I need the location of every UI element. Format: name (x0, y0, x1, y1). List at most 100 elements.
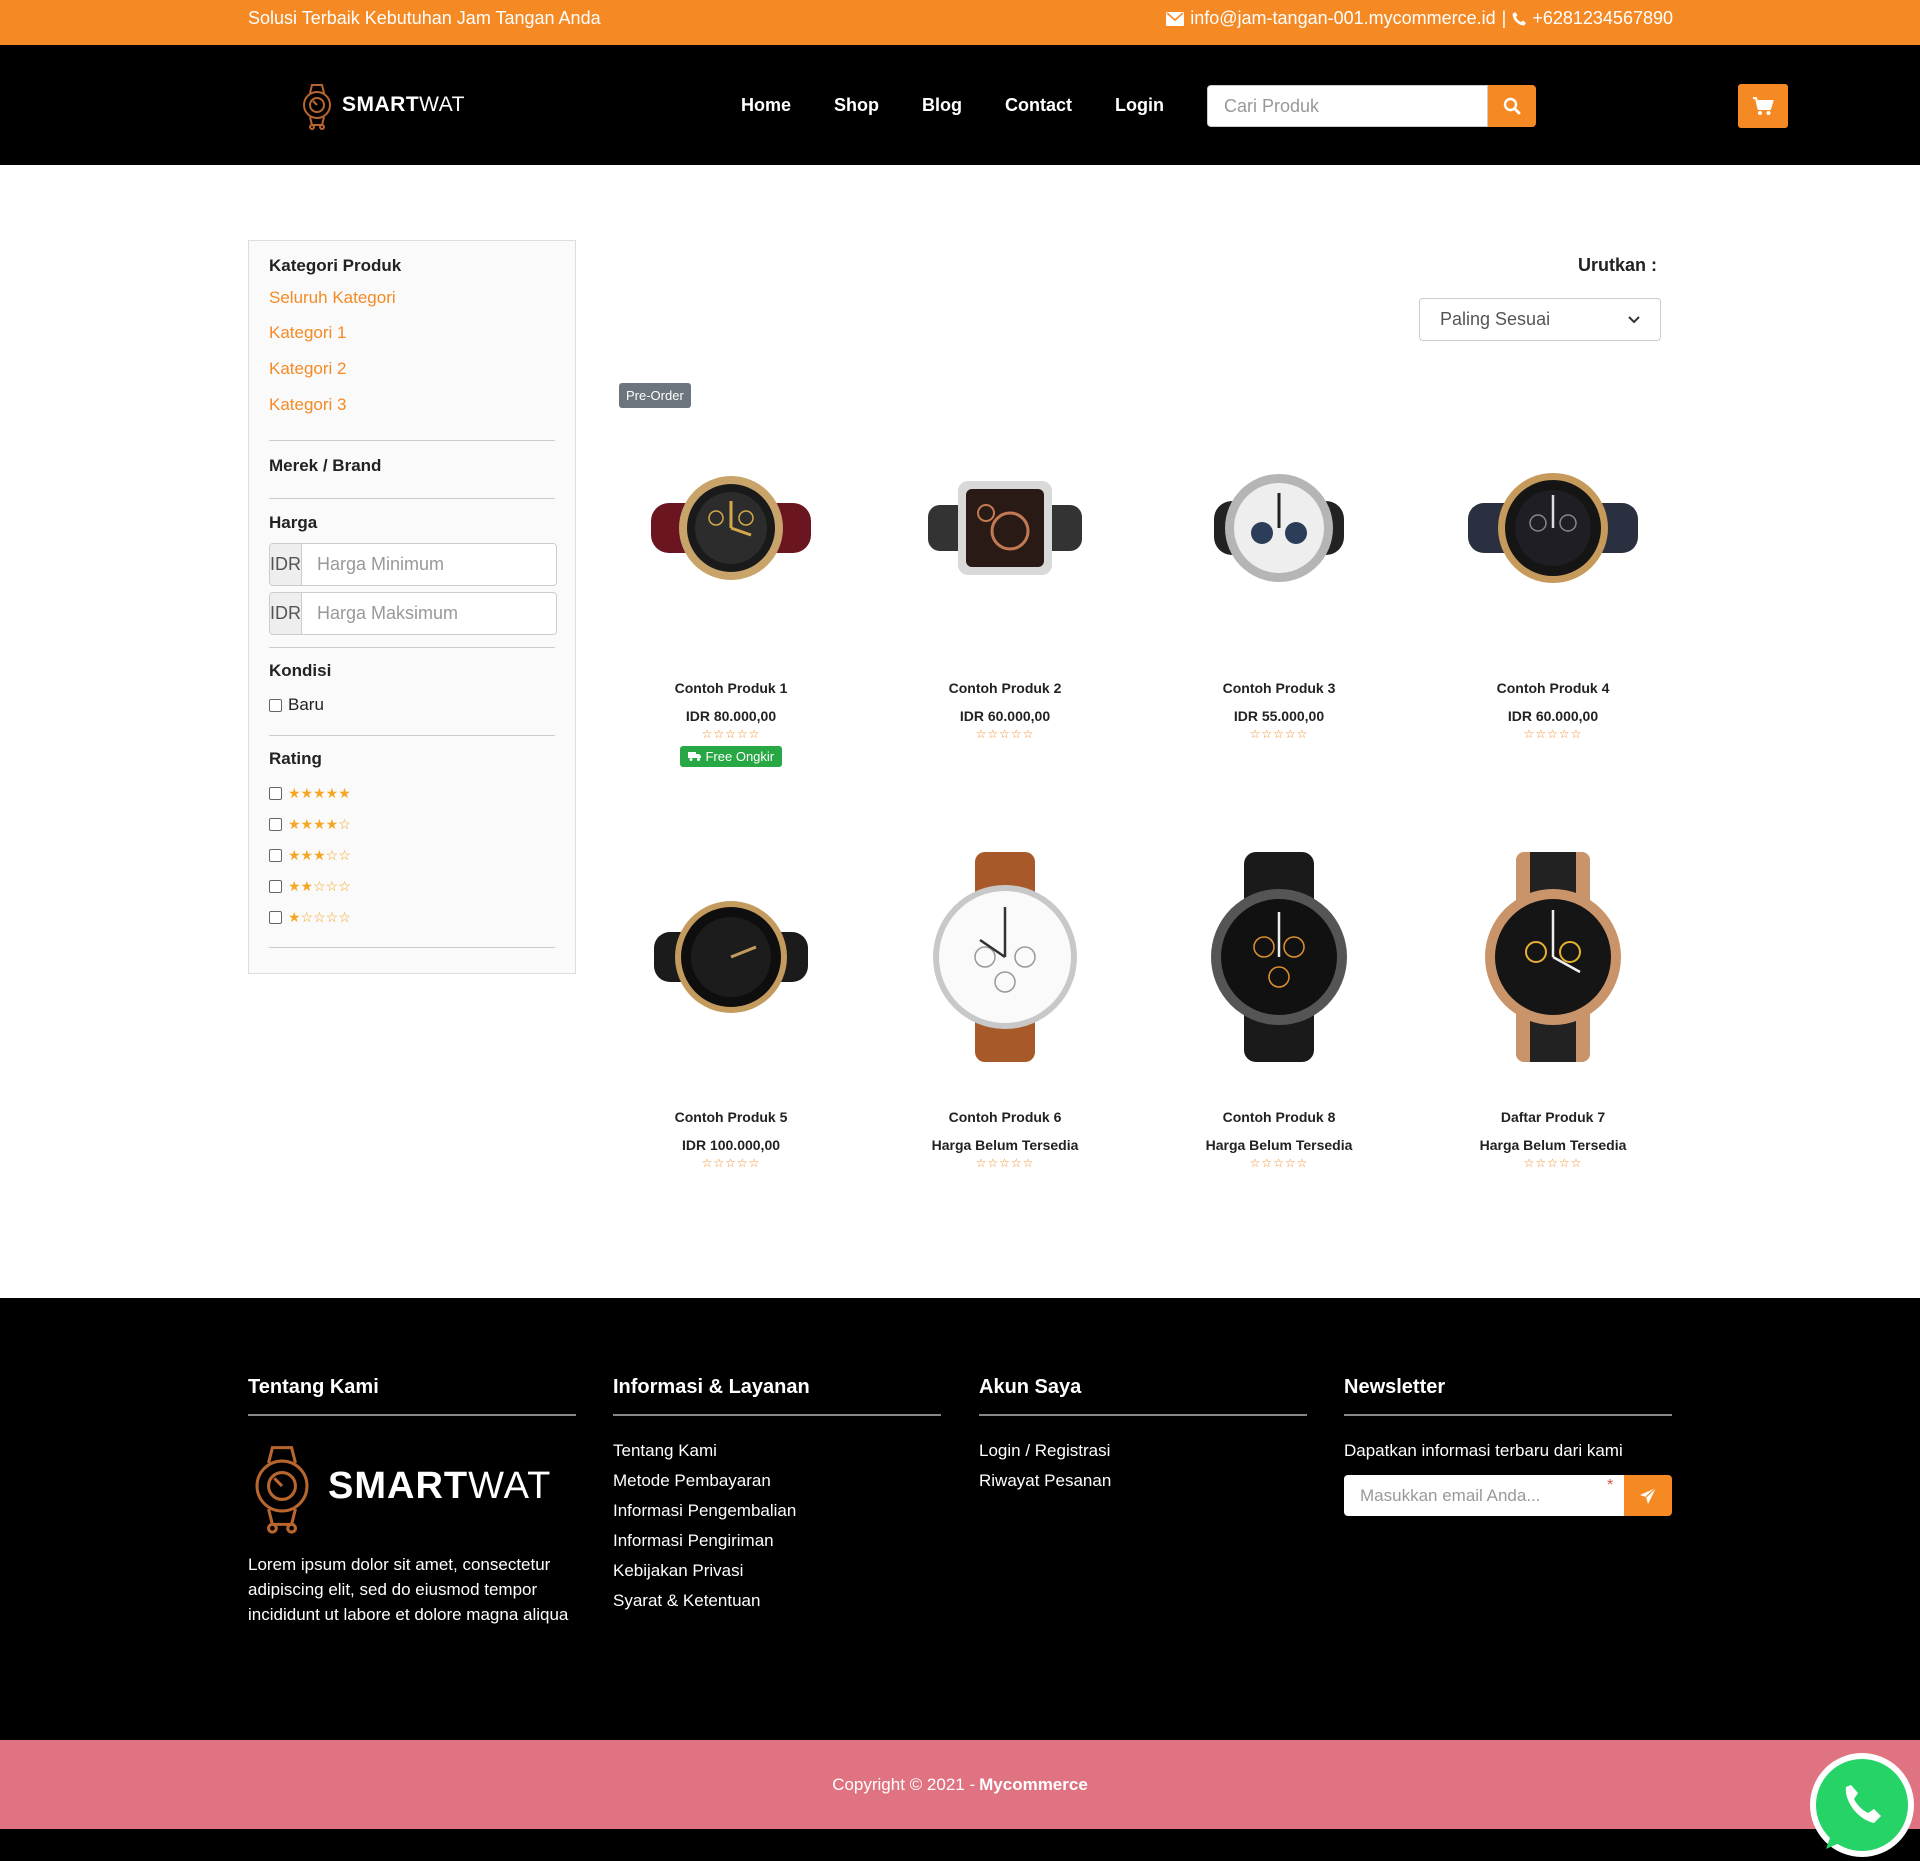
watch-image (1485, 852, 1621, 1062)
contact-phone[interactable]: +6281234567890 (1532, 8, 1673, 29)
nav-blog[interactable]: Blog (922, 95, 962, 116)
product-image[interactable] (621, 418, 841, 638)
nav-shop[interactable]: Shop (834, 95, 879, 116)
chevron-down-icon (1628, 315, 1640, 323)
truck-icon (687, 752, 701, 761)
footer-link-login[interactable]: Login / Registrasi (979, 1441, 1307, 1461)
whatsapp-button[interactable] (1806, 1753, 1918, 1861)
product-card[interactable]: Contoh Produk 2 IDR 60.000,00 ☆☆☆☆☆ (895, 418, 1115, 741)
product-card[interactable]: Contoh Produk 6 Harga Belum Tersedia ☆☆☆… (895, 847, 1115, 1170)
category-2[interactable]: Kategori 2 (269, 359, 347, 379)
footer-link-returns[interactable]: Informasi Pengembalian (613, 1501, 941, 1521)
contact-separator: | (1501, 8, 1507, 28)
condition-new-checkbox[interactable] (269, 698, 282, 712)
product-name[interactable]: Contoh Produk 6 (895, 1109, 1115, 1125)
watch-image (928, 481, 1082, 575)
sort-select[interactable]: Paling Sesuai (1419, 298, 1661, 341)
divider (269, 440, 555, 441)
currency-label: IDR (270, 544, 302, 585)
copyright-text: Copyright © 2021 - (832, 1774, 976, 1794)
price-min-input[interactable] (302, 544, 556, 585)
product-name[interactable]: Contoh Produk 2 (895, 680, 1115, 696)
product-name[interactable]: Contoh Produk 8 (1169, 1109, 1389, 1125)
product-image[interactable] (895, 418, 1115, 638)
price-max-input[interactable] (302, 593, 556, 634)
product-rating: ☆☆☆☆☆ (1249, 727, 1309, 741)
search-input[interactable] (1207, 85, 1488, 127)
rating-4-checkbox[interactable] (269, 818, 282, 831)
nav-login[interactable]: Login (1115, 95, 1164, 116)
product-name[interactable]: Contoh Produk 5 (621, 1109, 841, 1125)
product-name[interactable]: Daftar Produk 7 (1443, 1109, 1663, 1125)
product-price: Harga Belum Tersedia (931, 1137, 1079, 1153)
product-name[interactable]: Contoh Produk 3 (1169, 680, 1389, 696)
condition-new-label: Baru (288, 695, 324, 714)
footer-link-payment[interactable]: Metode Pembayaran (613, 1471, 941, 1491)
footer-link-about[interactable]: Tentang Kami (613, 1441, 941, 1461)
product-card[interactable]: Contoh Produk 4 IDR 60.000,00 ☆☆☆☆☆ (1443, 418, 1663, 741)
footer-link-terms[interactable]: Syarat & Ketentuan (613, 1591, 941, 1611)
product-rating: ☆☆☆☆☆ (1523, 727, 1583, 741)
copyright-brand[interactable]: Mycommerce (979, 1775, 1088, 1795)
product-price: Harga Belum Tersedia (1479, 1137, 1627, 1153)
search-button[interactable] (1488, 85, 1536, 127)
product-rating: ☆☆☆☆☆ (1523, 1156, 1583, 1170)
product-name[interactable]: Contoh Produk 4 (1443, 680, 1663, 696)
watch-image (651, 476, 811, 580)
rating-2-option: ★★☆☆☆ (269, 878, 351, 895)
footer-info: Informasi & Layanan Tentang Kami Metode … (613, 1376, 941, 1621)
product-price: IDR 60.000,00 (959, 708, 1051, 724)
brand-filter-title[interactable]: Merek / Brand (269, 456, 381, 476)
site-logo[interactable]: SMARTWAT (300, 80, 465, 130)
cart-icon (1753, 97, 1774, 115)
footer-link-orders[interactable]: Riwayat Pesanan (979, 1471, 1307, 1491)
product-card[interactable]: Daftar Produk 7 Harga Belum Tersedia ☆☆☆… (1443, 847, 1663, 1170)
divider (269, 947, 555, 948)
product-card[interactable]: Contoh Produk 5 IDR 100.000,00 ☆☆☆☆☆ (621, 847, 841, 1170)
rating-1-checkbox[interactable] (269, 911, 282, 924)
contact-email[interactable]: info@jam-tangan-001.mycommerce.id (1190, 8, 1495, 29)
product-rating: ☆☆☆☆☆ (1249, 1156, 1309, 1170)
filter-sidebar: Kategori Produk Seluruh Kategori Kategor… (248, 240, 576, 974)
rating-2-checkbox[interactable] (269, 880, 282, 893)
search-bar (1207, 85, 1536, 127)
rating-3-stars: ★★★☆☆ (288, 847, 351, 863)
category-3[interactable]: Kategori 3 (269, 395, 347, 415)
phone-icon (1512, 12, 1527, 26)
sort-label: Urutkan : (1578, 255, 1658, 275)
divider (269, 735, 555, 736)
product-name[interactable]: Contoh Produk 1 (621, 680, 841, 696)
product-image[interactable] (895, 847, 1115, 1067)
category-1[interactable]: Kategori 1 (269, 323, 347, 343)
product-image[interactable] (1443, 418, 1663, 638)
cart-button[interactable] (1738, 84, 1788, 128)
product-image[interactable] (1169, 847, 1389, 1067)
nav-contact[interactable]: Contact (1005, 95, 1072, 116)
product-price: IDR 80.000,00 (685, 708, 777, 724)
footer-newsletter-title: Newsletter (1344, 1376, 1672, 1416)
footer-logo: SMARTWAT (248, 1438, 576, 1534)
category-all[interactable]: Seluruh Kategori (269, 288, 396, 308)
rating-5-checkbox[interactable] (269, 787, 282, 800)
contact-info: info@jam-tangan-001.mycommerce.id | +628… (1166, 8, 1673, 29)
product-image[interactable] (621, 847, 841, 1067)
product-image[interactable] (1169, 418, 1389, 638)
top-bar: Solusi Terbaik Kebutuhan Jam Tangan Anda… (0, 0, 1920, 45)
product-card[interactable]: Contoh Produk 8 Harga Belum Tersedia ☆☆☆… (1169, 847, 1389, 1170)
rating-2-stars: ★★☆☆☆ (288, 878, 351, 894)
price-min-group: IDR (269, 543, 557, 586)
product-card[interactable]: Contoh Produk 1 IDR 80.000,00 ☆☆☆☆☆ Free… (621, 418, 841, 767)
category-title: Kategori Produk (269, 256, 402, 275)
footer-link-shipping[interactable]: Informasi Pengiriman (613, 1531, 941, 1551)
whatsapp-icon (1810, 1753, 1914, 1857)
preorder-badge: Pre-Order (619, 383, 691, 408)
newsletter-submit-button[interactable] (1624, 1475, 1672, 1516)
product-rating: ☆☆☆☆☆ (701, 727, 761, 741)
product-image[interactable] (1443, 847, 1663, 1067)
nav-home[interactable]: Home (741, 95, 791, 116)
product-card[interactable]: Contoh Produk 3 IDR 55.000,00 ☆☆☆☆☆ (1169, 418, 1389, 741)
footer-link-privacy[interactable]: Kebijakan Privasi (613, 1561, 941, 1581)
newsletter-email-input[interactable] (1344, 1475, 1624, 1516)
rating-3-checkbox[interactable] (269, 849, 282, 862)
rating-1-stars: ★☆☆☆☆ (288, 909, 351, 925)
